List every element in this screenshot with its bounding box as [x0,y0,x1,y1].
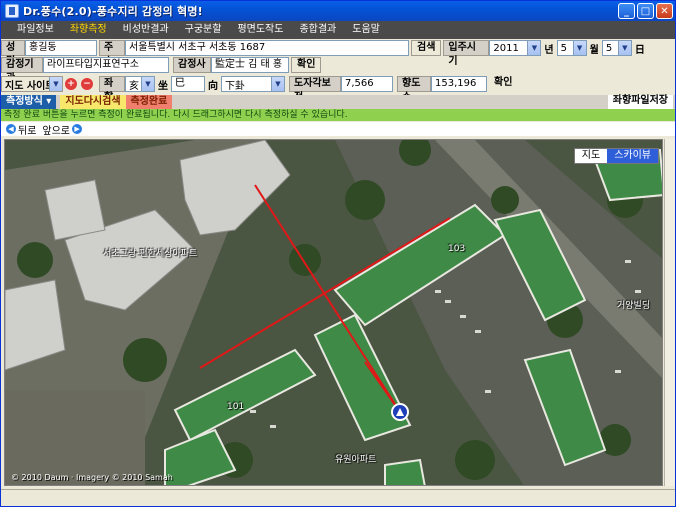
chevron-down-icon: ▾ [46,96,52,107]
minimize-button[interactable]: _ [618,3,635,19]
tab-skyview[interactable]: 스카이뷰 [607,149,658,163]
method-label: 측정방식 [6,96,43,107]
chevron-down-icon: ▼ [141,77,154,91]
tab-map[interactable]: 지도 [574,149,608,163]
map-label-101: 101 [227,402,245,412]
forward-arrow-icon[interactable]: ▶ [72,124,83,134]
map-label-building: 거양빌딩 [617,301,651,311]
client-info-row: 성명 홍길동 주소 서울특별시 서초구 서초동 1687 검색 입주시기 201… [1,39,675,67]
declination-label: 도자각보정 [289,76,341,103]
zoom-in-icon[interactable]: + [65,78,77,90]
menu-direction-measure[interactable]: 좌향측정 [62,21,115,39]
direction-row: 지도 사이트 ▼ + − 좌향 亥 ▼ 坐 巳 向 下卦 ▼ 도자각보정 7,5… [1,75,675,103]
notice-bar: 측정 완료 버튼을 누르면 측정이 완료됩니다. 다시 드래그하시면 다시 측정… [1,109,675,121]
save-direction-file-button[interactable]: 좌향파일저장 [607,95,673,109]
map-imagery [5,140,662,485]
app-icon [5,4,19,18]
forward-link[interactable]: 앞으로 [42,122,70,137]
map-site-select[interactable]: 지도 사이트 ▼ [1,76,63,92]
appraiser-confirm-button[interactable]: 확인 [291,57,322,73]
org-label: 감정기관 [1,57,43,84]
zoom-out-icon[interactable]: − [81,78,93,90]
zwa-suffix: 坐 [158,80,168,92]
title-bar: Dr.풍수(2.0)-풍수지리 감정의 혁명! _ □ ✕ [1,1,675,21]
close-button[interactable]: ✕ [656,3,673,19]
satellite-map[interactable]: 지도 스카이뷰 서초그랑-편한세상아파트 거양빌딩 유원아파트 103 101 … [4,139,663,486]
measure-toolbar: 측정방식 ▾ 지도다시검색 측정완료 좌향파일저장 [1,95,675,109]
day-unit: 日 [634,44,645,56]
hyang-value: 下卦 [225,80,245,92]
search-button[interactable]: 검색 [411,40,442,56]
hyangdo-field[interactable]: 153,196 [431,76,487,92]
chevron-down-icon: ▼ [271,77,284,91]
declination-field[interactable]: 7,566 [341,76,393,92]
appraiser-field[interactable]: 監定士 김 태 홍 [211,57,289,73]
window-controls: _ □ ✕ [618,3,673,19]
map-label-apt2: 유원아파트 [335,455,377,465]
browser-nav: ◀ 뒤로 앞으로 ▶ [1,122,675,137]
back-arrow-icon[interactable]: ◀ [6,124,16,134]
menu-bisung-result[interactable]: 비성반결과 [115,21,177,39]
month-select[interactable]: 5 ▼ [556,40,587,56]
redraw-map-button[interactable]: 지도다시검색 [60,95,126,109]
zwa-label: 좌향 [99,76,125,103]
back-link[interactable]: 뒤로 [18,122,36,137]
map-label-103: 103 [448,244,466,254]
menu-file-info[interactable]: 파일정보 [9,21,62,39]
month-unit: 월 [589,44,599,56]
hyang-select[interactable]: 下卦 ▼ [221,76,285,92]
move-in-label: 입주시기 [443,40,490,67]
day-value: 5 [605,42,613,54]
address-label: 주소 [99,40,125,67]
name-field[interactable]: 홍길동 [25,40,97,56]
map-site-label: 지도 사이트 [5,80,55,92]
address-field[interactable]: 서울특별시 서초구 서초동 1687 [125,40,409,56]
year-select[interactable]: 2011 ▼ [489,40,542,56]
menu-help[interactable]: 도움말 [344,21,388,39]
method-select[interactable]: 측정방식 ▾ [1,95,57,109]
map-copyright: © 2010 Daum · Imagery © 2010 Samah [11,473,173,482]
measure-complete-button[interactable]: 측정완료 [125,95,173,109]
hyangdo-label: 향도수 [397,76,431,103]
day-select[interactable]: 5 ▼ [601,40,632,56]
zwa-select[interactable]: 亥 ▼ [125,76,155,92]
menu-gugung-split[interactable]: 구궁분할 [177,21,230,39]
hyang-label: 向 [208,80,218,92]
menu-floorplan[interactable]: 평면도작도 [229,21,291,39]
month-value: 5 [560,42,567,54]
name-label: 성명 [1,40,25,67]
appraiser-row: 감정기관 라이프타입지표연구소 감정사 監定士 김 태 홍 확인 [1,56,675,84]
chevron-down-icon: ▼ [49,77,62,91]
vertical-scrollbar[interactable] [664,139,675,486]
year-value: 2011 [493,42,519,54]
zwa-value: 亥 [129,80,139,92]
year-unit: 년 [544,44,554,56]
appraiser-label: 감정사 [173,57,211,73]
map-label-apt1: 서초그랑-편한세상아파트 [103,249,198,259]
map-view-tabs: 지도 스카이뷰 [573,148,659,164]
si-field[interactable]: 巳 [171,76,205,92]
maximize-button[interactable]: □ [637,3,654,19]
status-bar [1,489,675,506]
menu-bar: 파일정보 좌향측정 비성반결과 구궁분할 평면도작도 종합결과 도움말 [1,21,675,39]
org-field[interactable]: 라이프타입지표연구소 [43,57,169,73]
menu-total-result[interactable]: 종합결과 [291,21,344,39]
chevron-down-icon: ▼ [617,41,631,55]
app-window: Dr.풍수(2.0)-풍수지리 감정의 혁명! _ □ ✕ 파일정보 좌향측정 … [0,0,676,507]
chevron-down-icon: ▼ [572,41,586,55]
chevron-down-icon: ▼ [527,41,541,55]
direction-confirm-button[interactable]: 확인 [489,76,517,92]
window-title: Dr.풍수(2.0)-풍수지리 감정의 혁명! [23,5,203,18]
